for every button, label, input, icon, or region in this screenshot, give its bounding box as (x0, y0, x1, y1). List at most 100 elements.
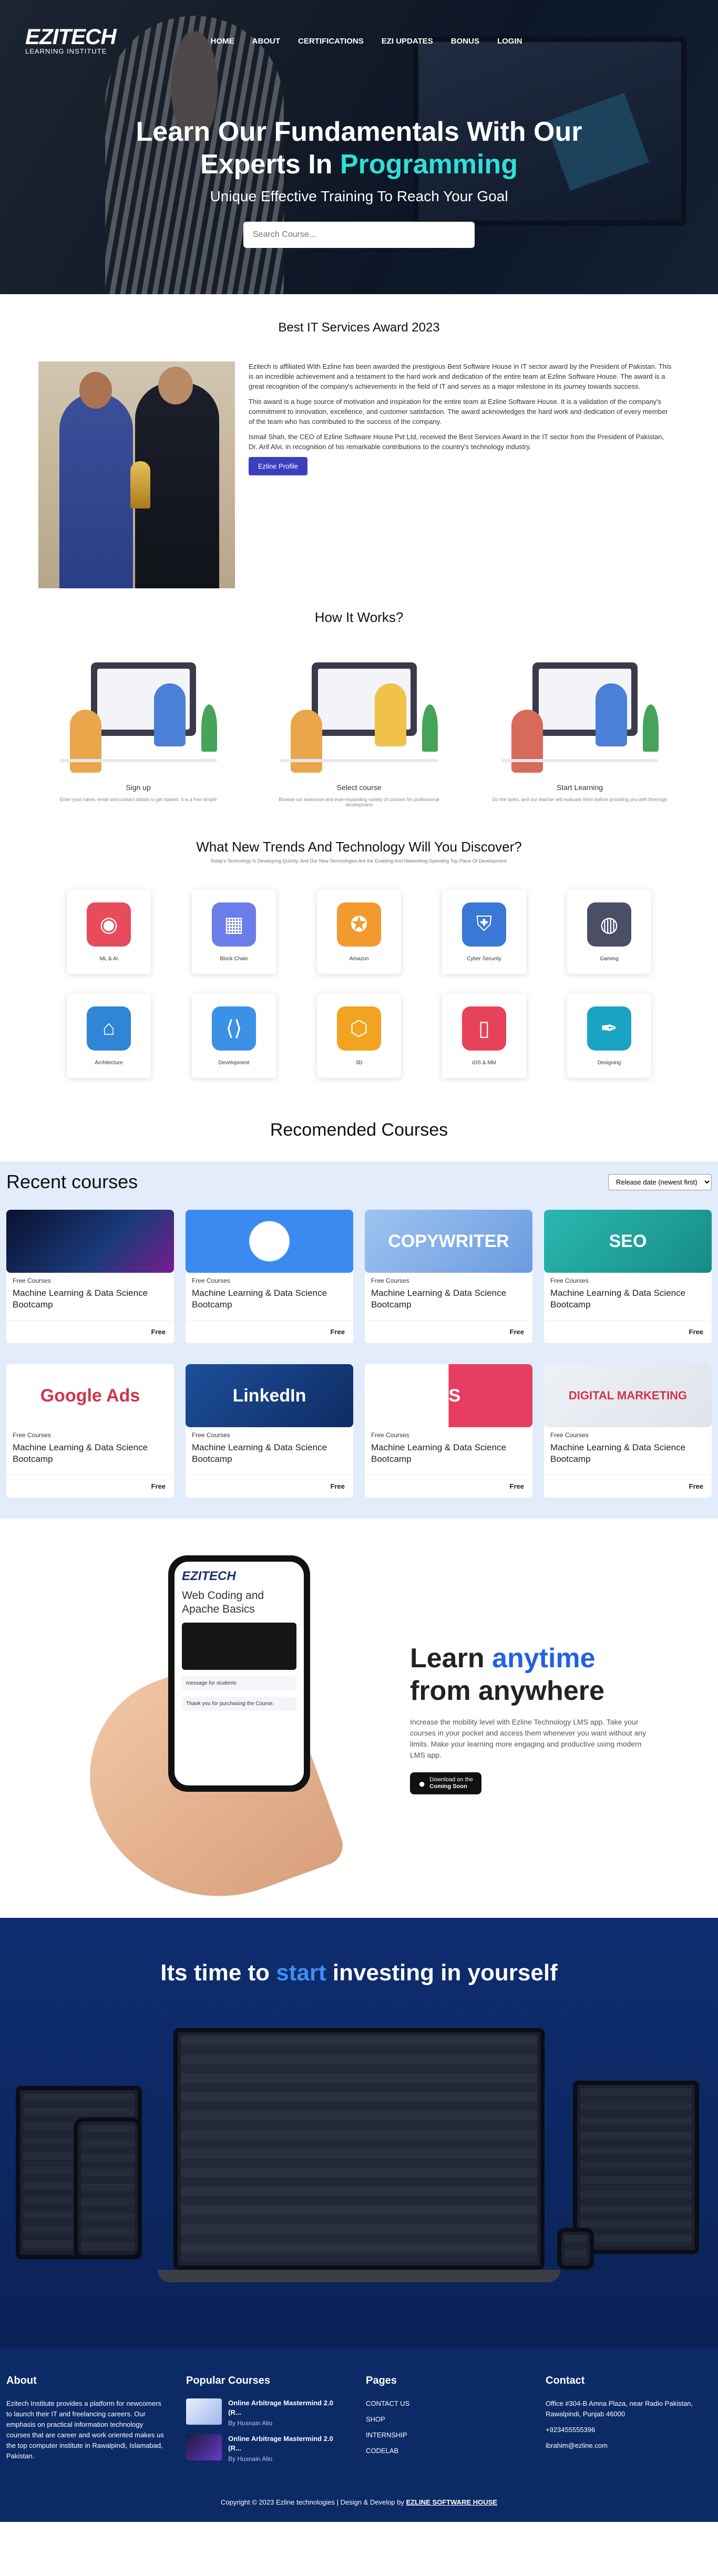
course-search-box[interactable] (243, 222, 475, 248)
course-thumbnail (186, 1210, 353, 1273)
course-card[interactable]: DIGITAL MARKETING Free Courses Machine Lea… (544, 1364, 712, 1498)
trend-card[interactable]: ◍ Gaming (567, 890, 651, 974)
laptop-mockup (173, 2028, 545, 2270)
step-select-course: Select course Browse our extensive and e… (270, 652, 448, 807)
footer-link-shop[interactable]: SHOP (366, 2414, 525, 2425)
course-title[interactable]: Machine Learning & Data Science Bootcamp (6, 1284, 174, 1311)
nav-certifications[interactable]: CERTIFICATIONS (298, 37, 364, 46)
site-logo[interactable]: EZITECH LEARNING INSTITUTE (25, 26, 117, 56)
footer-link-internship[interactable]: INTERNSHIP (366, 2430, 525, 2440)
course-title[interactable]: Machine Learning & Data Science Bootcamp (6, 1439, 174, 1465)
trend-card[interactable]: ◉ ML & AI (67, 890, 151, 974)
course-thumbnail: Google Ads (6, 1364, 174, 1427)
amazon-icon: ✪ (337, 902, 381, 947)
ezline-profile-button[interactable]: Ezline Profile (249, 457, 307, 475)
footer-link-contact-us[interactable]: CONTACT US (366, 2398, 525, 2409)
award-title: Best IT Services Award 2023 (278, 320, 440, 335)
invest-title: Its time to start investing in yourself (160, 1960, 558, 1986)
recommended-title: Recomended Courses (270, 1120, 448, 1140)
trend-card[interactable]: ⌂ Architecture (67, 994, 151, 1078)
course-price: Free (365, 1474, 532, 1498)
course-category: Free Courses (13, 1431, 51, 1439)
nav-bonus[interactable]: BONUS (451, 37, 479, 46)
trend-card[interactable]: ⬡ 3D (317, 994, 401, 1078)
pen-tool-icon: ✒ (587, 1006, 631, 1051)
nav-ezi-updates[interactable]: EZI UPDATES (382, 37, 433, 46)
trend-card[interactable]: ⛨ Cyber Security (442, 890, 526, 974)
sort-select[interactable]: Release date (newest first) (608, 1173, 712, 1190)
hero-section: EZITECH LEARNING INSTITUTE HOME ABOUT CE… (0, 0, 718, 294)
course-thumbnail (186, 2434, 222, 2460)
course-card[interactable]: LinkedIn Free Courses Machine Learning & D… (186, 1364, 353, 1498)
device-mockups (0, 2007, 718, 2322)
trend-label: ML & AI (99, 955, 118, 962)
course-card[interactable]: Free Courses Machine Learning & Data Scie… (6, 1210, 174, 1343)
footer-about: About Ezitech Institute provides a platf… (6, 2375, 164, 2460)
trend-card[interactable]: ▯ iOS & Mbl (442, 994, 526, 1078)
course-thumbnail (6, 1210, 174, 1273)
footer-contact: Contact Office #304-B Amna Plaza, near R… (546, 2375, 704, 2470)
course-title[interactable]: Machine Learning & Data Science Bootcamp (544, 1439, 712, 1465)
course-price: Free (544, 1320, 712, 1343)
course-price: Free (544, 1474, 712, 1498)
course-price: Free (365, 1320, 532, 1343)
hero-title-accent: Programming (340, 149, 518, 180)
trend-card[interactable]: ▦ Block Chain (192, 890, 276, 974)
course-title[interactable]: Machine Learning & Data Science Bootcamp (186, 1284, 353, 1311)
popular-course-item[interactable]: Online Arbitrage Mastermind 2.0 (R... By … (186, 2398, 345, 2427)
courses-row-1: Free Courses Machine Learning & Data Scie… (0, 1210, 718, 1343)
how-title: How It Works? (314, 609, 404, 625)
video-thumbnail (182, 1623, 296, 1670)
course-card[interactable]: Google Ads Free Courses Machine Learning &… (6, 1364, 174, 1498)
trends-grid: ◉ ML & AI ▦ Block Chain ✪ Amazon ⛨ Cyber Securi… (0, 890, 718, 1078)
courses-row-2: Google Ads Free Courses Machine Learning &… (0, 1364, 718, 1498)
trend-label: Block Chain (220, 955, 248, 962)
hero-subtitle: Unique Effective Training To Reach Your … (210, 188, 508, 204)
course-card[interactable]: SEO Free Courses Machine Learning & Data S… (544, 1210, 712, 1343)
course-title[interactable]: Machine Learning & Data Science Bootcamp (365, 1439, 532, 1465)
course-thumbnail: LinkedIn (186, 1364, 353, 1427)
nav-login[interactable]: LOGIN (497, 37, 522, 46)
course-category: Free Courses (550, 1431, 589, 1439)
app-store-badge[interactable]: ● Download on the Coming Soon (410, 1772, 481, 1794)
course-title[interactable]: Machine Learning & Data Science Bootcamp (544, 1284, 712, 1311)
trend-card[interactable]: ✒ Designing (567, 994, 651, 1078)
smartwatch-mockup (557, 2228, 594, 2270)
course-search-input[interactable] (253, 230, 465, 240)
course-card[interactable]: VS Free Courses Machine Learning & Data Sc… (365, 1364, 532, 1498)
step-sign-up: Sign up Enter your name, email and conta… (49, 652, 228, 807)
nav-home[interactable]: HOME (211, 37, 234, 46)
contact-email[interactable]: ibrahim@ezline.com (546, 2440, 704, 2451)
course-card[interactable]: COPYWRITER Free Courses Machine Learning &… (365, 1210, 532, 1343)
course-category: Free Courses (371, 1277, 409, 1284)
tablet-right-mockup (573, 2081, 699, 2254)
trend-card[interactable]: ✪ Amazon (317, 890, 401, 974)
award-description: Ezitech is affiliated With Ezline has be… (249, 361, 674, 588)
footer-brand-link[interactable]: EZLINE SOFTWARE HOUSE (406, 2498, 497, 2506)
course-title[interactable]: Machine Learning & Data Science Bootcamp (365, 1284, 532, 1311)
nav-about[interactable]: ABOUT (252, 37, 280, 46)
trend-label: Development (218, 1060, 250, 1066)
gamepad-icon: ◍ (587, 902, 631, 947)
course-category: Free Courses (550, 1277, 589, 1284)
how-it-works-section: How It Works? Sign up Enter your name, e… (0, 604, 718, 828)
contact-phone[interactable]: +923455555396 (546, 2425, 704, 2435)
course-thumbnail: COPYWRITER (365, 1210, 532, 1273)
trend-label: Gaming (600, 955, 619, 962)
award-paragraph-1: Ezitech is affiliated With Ezline has be… (249, 362, 672, 390)
shield-icon: ⛨ (462, 902, 506, 947)
footer-link-codelab[interactable]: CODELAB (366, 2446, 525, 2456)
popular-course-item[interactable]: Online Arbitrage Mastermind 2.0 (R... By … (186, 2434, 345, 2463)
course-card[interactable]: Free Courses Machine Learning & Data Scie… (186, 1210, 353, 1343)
blockchain-icon: ▦ (212, 902, 256, 947)
award-ceremony-photo (38, 361, 235, 588)
trend-label: 3D (355, 1060, 363, 1066)
trend-card[interactable]: ⟨⟩ Development (192, 994, 276, 1078)
award-section: Best IT Services Award 2023 Ezitech is a… (0, 294, 718, 604)
trend-label: Designing (597, 1060, 621, 1066)
trend-label: Architecture (95, 1060, 123, 1066)
course-title[interactable]: Machine Learning & Data Science Bootcamp (186, 1439, 353, 1465)
trend-label: iOS & Mbl (472, 1060, 496, 1066)
trend-label: Cyber Security (467, 955, 501, 962)
contact-address: Office #304-B Amna Plaza, near Radio Pak… (546, 2400, 693, 2418)
